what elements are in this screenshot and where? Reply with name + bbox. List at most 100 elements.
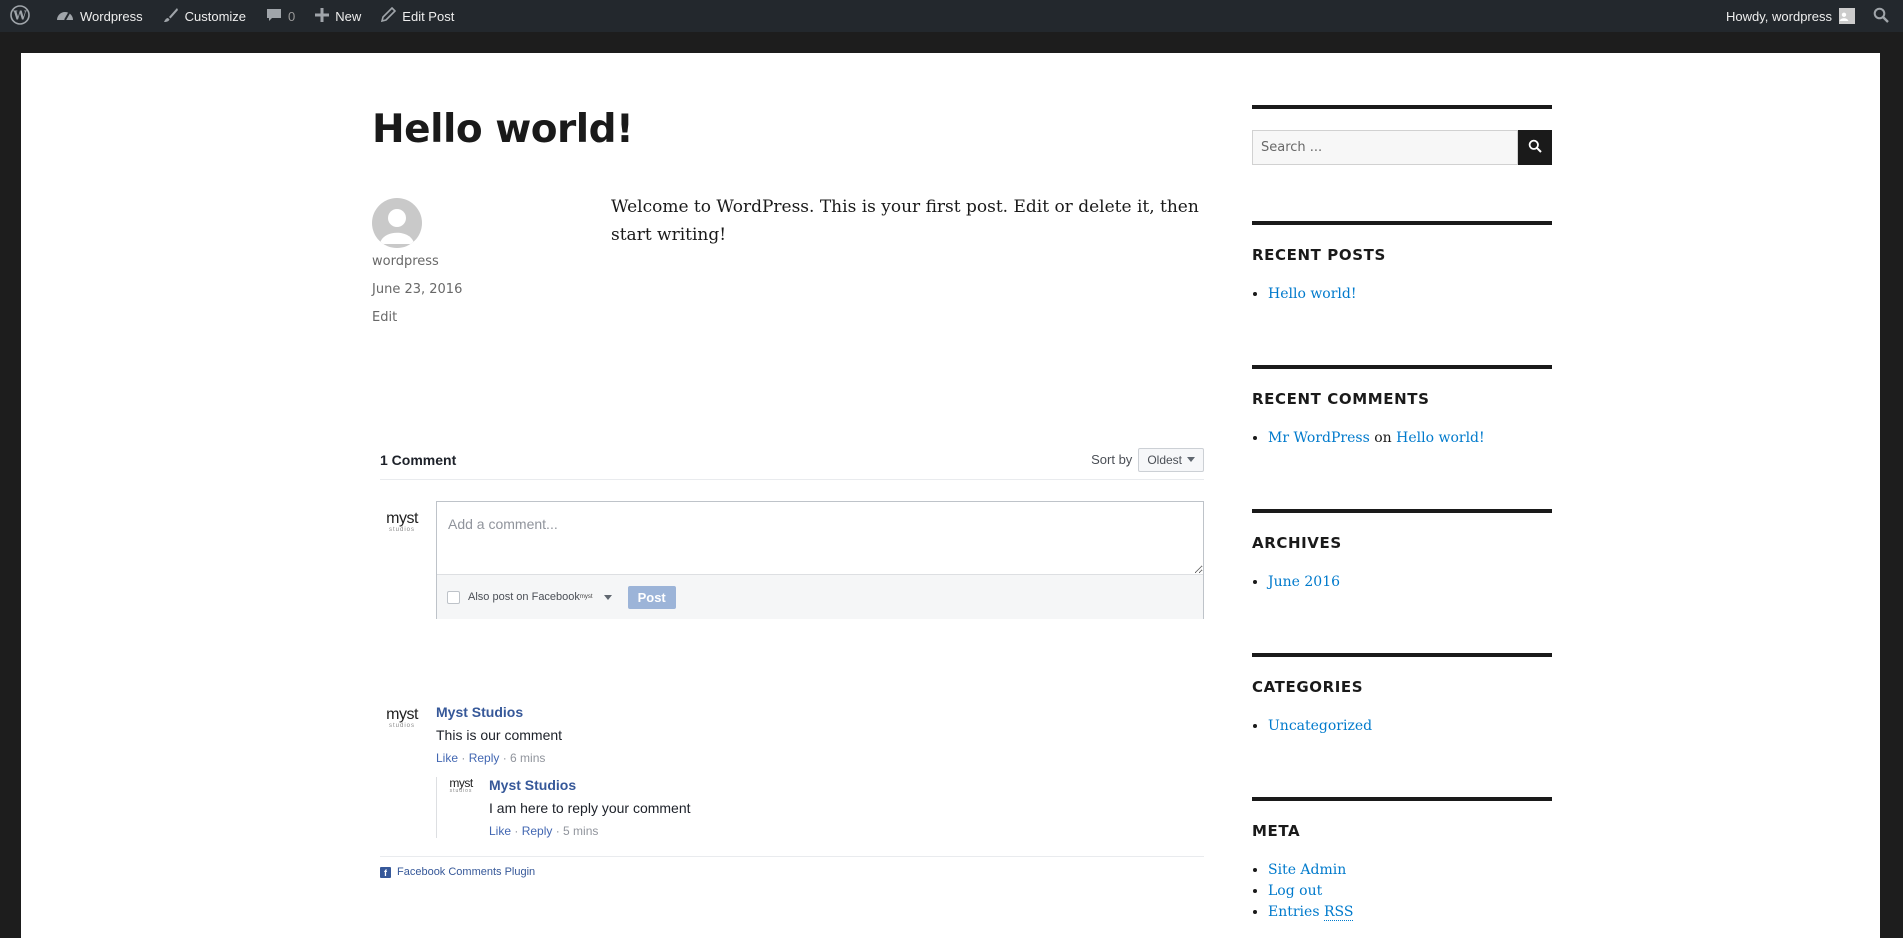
site-admin-link[interactable]: Site Admin	[1268, 862, 1346, 878]
search-widget	[1252, 105, 1552, 165]
list-item: Site Admin	[1268, 860, 1552, 881]
comment-post-link[interactable]: Hello world!	[1396, 430, 1485, 446]
search-form	[1252, 130, 1552, 165]
facebook-icon: f	[380, 866, 391, 878]
pencil-icon	[381, 6, 402, 25]
post-button[interactable]: Post	[627, 585, 676, 609]
comments-menu[interactable]: 0	[256, 0, 305, 32]
list-item: Mr WordPress on Hello world!	[1268, 428, 1552, 449]
site-name: Wordpress	[80, 8, 143, 24]
also-post-checkbox[interactable]	[447, 590, 460, 604]
like-link[interactable]: Like	[489, 824, 511, 838]
categories-title: CATEGORIES	[1252, 678, 1364, 696]
recent-post-link[interactable]: Hello world!	[1268, 286, 1357, 302]
account-avatar-icon: myst	[579, 594, 593, 600]
comment-count: 1 Comment	[380, 451, 457, 468]
svg-text:W: W	[12, 8, 27, 22]
sort-dropdown[interactable]: Oldest	[1138, 447, 1204, 472]
paintbrush-icon	[163, 7, 185, 26]
site-page: Hello world! wordpress June 23, 2016 Edi…	[21, 53, 1880, 938]
comment-bubble-icon	[266, 7, 288, 26]
list-item: Hello world!	[1268, 284, 1552, 305]
post-edit-link[interactable]: Edit	[372, 310, 397, 325]
list-item: Log out	[1268, 881, 1552, 902]
comment-text: This is our comment	[436, 727, 563, 743]
customize-label: Customize	[184, 8, 247, 24]
wordpress-logo-icon: W	[10, 4, 36, 28]
list-item: Entries RSS	[1268, 902, 1552, 923]
myst-studios-logo: myst studios	[386, 510, 418, 534]
reply-time[interactable]: 5 mins	[563, 824, 598, 838]
reply-author[interactable]: Myst Studios	[489, 777, 691, 793]
facebook-comments: 1 Comment Sort by Oldest myst studios Ad…	[380, 446, 1204, 878]
comment-author-link[interactable]: Mr WordPress	[1268, 430, 1370, 446]
account-selector[interactable]: myst	[580, 594, 612, 600]
categories-widget: CATEGORIES Uncategorized	[1252, 653, 1552, 737]
reply-actions: Like · Reply · 5 mins	[489, 824, 599, 838]
search-button[interactable]	[1518, 130, 1552, 165]
post-content: Welcome to WordPress. This is your first…	[611, 197, 1199, 245]
archive-link[interactable]: June 2016	[1268, 574, 1340, 590]
my-account-menu[interactable]: Howdy, wordpress	[1716, 0, 1865, 32]
post-title: Hello world!	[372, 107, 634, 152]
sort-value: Oldest	[1147, 452, 1182, 467]
wp-logo-menu[interactable]: W	[0, 0, 46, 32]
author-avatar[interactable]	[372, 198, 422, 248]
comment-author[interactable]: Myst Studios	[436, 704, 562, 720]
fb-plugin-footer: f Facebook Comments Plugin	[380, 856, 1204, 878]
comment-composer: myst studios Also post on Facebook myst …	[380, 501, 1204, 619]
comments-count: 0	[288, 8, 296, 24]
reply-link[interactable]: Reply	[522, 824, 553, 838]
new-label: New	[335, 8, 362, 24]
reply-thread: myst studios Myst Studios I am here to r…	[436, 777, 691, 838]
recent-posts-title: RECENT POSTS	[1252, 246, 1386, 264]
like-link[interactable]: Like	[436, 751, 458, 765]
sort-label: Sort by	[1091, 452, 1133, 467]
reply-item: myst studios Myst Studios I am here to r…	[447, 777, 691, 838]
reply-text: I am here to reply your comment	[489, 800, 691, 816]
account-chevron-down-icon	[603, 594, 612, 600]
new-content-menu[interactable]: New	[305, 0, 371, 32]
chevron-down-icon	[1187, 457, 1195, 462]
search-icon	[1873, 7, 1895, 26]
customize-menu[interactable]: Customize	[153, 0, 256, 32]
archives-widget: ARCHIVES June 2016	[1252, 509, 1552, 593]
site-name-menu[interactable]: Wordpress	[46, 0, 153, 32]
composer-toolbar: Also post on Facebook myst Post	[437, 574, 1203, 619]
fb-plugin-link[interactable]: Facebook Comments Plugin	[397, 866, 535, 878]
list-item: Uncategorized	[1268, 716, 1552, 737]
meta-widget: META Site Admin Log out Entries RSS	[1252, 797, 1552, 923]
comment-time[interactable]: 6 mins	[510, 751, 545, 765]
on-label: on	[1374, 430, 1392, 446]
user-avatar-icon	[1839, 8, 1855, 24]
sort-control: Sort by Oldest	[1091, 447, 1204, 472]
comments-header: 1 Comment Sort by Oldest	[380, 446, 1204, 480]
edit-post-menu[interactable]: Edit Post	[371, 0, 464, 32]
plus-icon	[315, 7, 335, 25]
reply-avatar[interactable]: myst studios	[447, 777, 475, 838]
recent-posts-widget: RECENT POSTS Hello world!	[1252, 221, 1552, 305]
recent-comments-widget: RECENT COMMENTS Mr WordPress on Hello wo…	[1252, 365, 1552, 449]
composer-box: Also post on Facebook myst Post	[436, 501, 1204, 619]
edit-post-label: Edit Post	[402, 8, 455, 24]
archives-title: ARCHIVES	[1252, 534, 1342, 552]
search-icon	[1528, 139, 1542, 156]
comment-input[interactable]	[437, 502, 1203, 574]
search-input[interactable]	[1252, 130, 1518, 165]
post-date-link[interactable]: June 23, 2016	[372, 282, 462, 297]
recent-comments-title: RECENT COMMENTS	[1252, 390, 1430, 408]
post-author-link[interactable]: wordpress	[372, 254, 439, 269]
meta-title: META	[1252, 822, 1301, 840]
comment-item: myst studios Myst Studios This is our co…	[384, 704, 562, 765]
entries-rss-link[interactable]: Entries RSS	[1268, 904, 1354, 921]
comment-actions: Like · Reply · 6 mins	[436, 751, 546, 765]
category-link[interactable]: Uncategorized	[1268, 718, 1372, 734]
dashboard-icon	[56, 8, 80, 25]
commenter-avatar[interactable]: myst studios	[384, 707, 420, 765]
reply-link[interactable]: Reply	[469, 751, 500, 765]
admin-search-button[interactable]	[1865, 0, 1903, 32]
list-item: June 2016	[1268, 572, 1552, 593]
log-out-link[interactable]: Log out	[1268, 883, 1322, 899]
admin-bar: W Wordpress Customize 0 New Edit Post Ho…	[0, 0, 1903, 32]
howdy-label: Howdy, wordpress	[1726, 8, 1832, 24]
